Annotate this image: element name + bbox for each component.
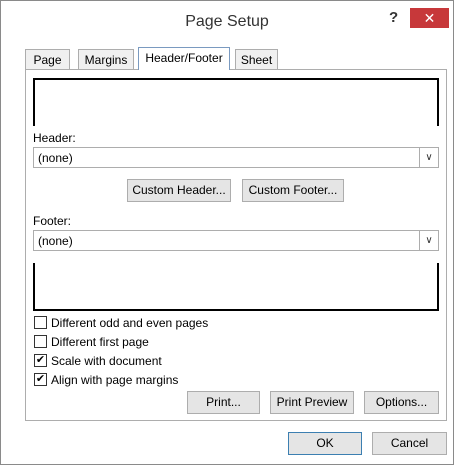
chevron-down-icon[interactable]: ∨ xyxy=(419,231,438,250)
options-button[interactable]: Options... xyxy=(364,391,439,414)
ok-button[interactable]: OK xyxy=(288,432,362,455)
window-title: Page Setup xyxy=(185,13,269,30)
help-button[interactable]: ? xyxy=(389,9,398,26)
header-preview xyxy=(33,78,439,126)
chevron-down-icon[interactable]: ∨ xyxy=(419,148,438,167)
header-select-value: (none) xyxy=(38,151,73,165)
header-label: Header: xyxy=(33,131,76,145)
footer-select[interactable]: (none) ∨ xyxy=(33,230,439,251)
close-button[interactable]: ✕ xyxy=(410,8,449,28)
header-select[interactable]: (none) ∨ xyxy=(33,147,439,168)
checkbox-box[interactable] xyxy=(34,335,47,348)
title-bar: Page Setup ? ✕ xyxy=(1,1,453,39)
checkbox-label: Different first page xyxy=(51,335,149,349)
footer-preview xyxy=(33,263,439,311)
cancel-button[interactable]: Cancel xyxy=(372,432,447,455)
tab-margins[interactable]: Margins xyxy=(78,49,134,69)
custom-footer-button[interactable]: Custom Footer... xyxy=(242,179,344,202)
tab-sheet[interactable]: Sheet xyxy=(235,49,278,69)
tab-header-footer[interactable]: Header/Footer xyxy=(138,47,230,70)
footer-label: Footer: xyxy=(33,214,72,228)
footer-select-value: (none) xyxy=(38,234,73,248)
checkbox-label: Scale with document xyxy=(51,354,162,368)
page-setup-dialog: Page Setup ? ✕ Page Margins Header/Foote… xyxy=(0,0,454,465)
tab-page[interactable]: Page xyxy=(25,49,70,69)
checkbox-box[interactable] xyxy=(34,316,47,329)
checkmark-icon[interactable]: ✔ xyxy=(34,354,47,367)
checkbox-label: Different odd and even pages xyxy=(51,316,209,330)
print-button[interactable]: Print... xyxy=(187,391,260,414)
checkbox-label: Align with page margins xyxy=(51,373,179,387)
print-preview-button[interactable]: Print Preview xyxy=(270,391,354,414)
checkmark-icon[interactable]: ✔ xyxy=(34,373,47,386)
custom-header-button[interactable]: Custom Header... xyxy=(127,179,231,202)
